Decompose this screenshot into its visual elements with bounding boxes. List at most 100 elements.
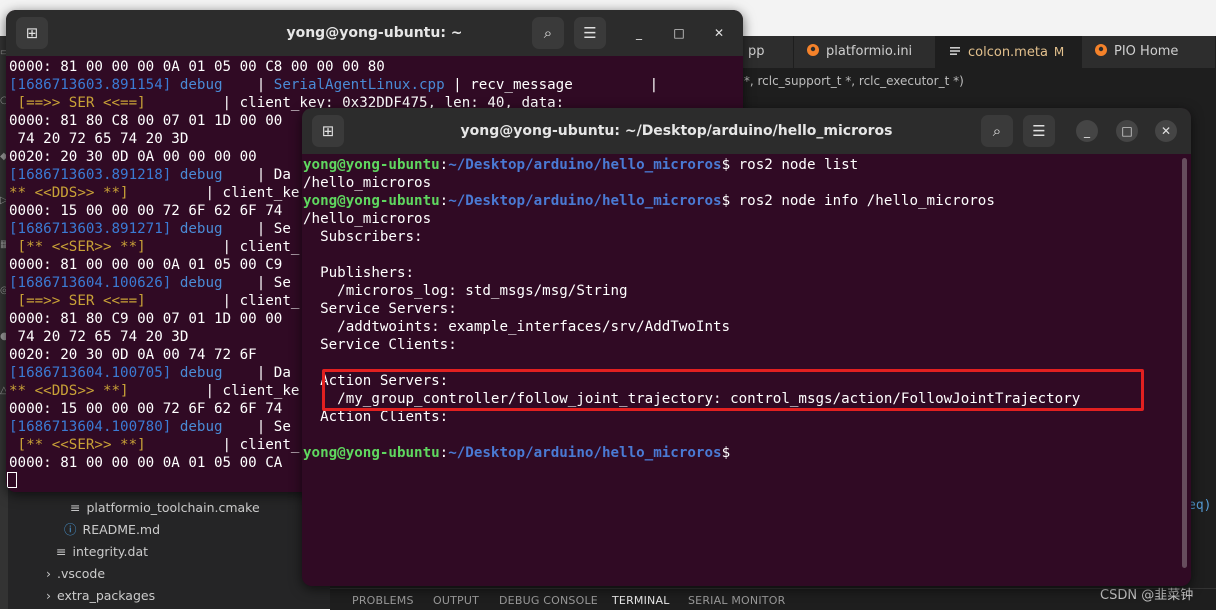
terminal-line: [1686713604.100626] debug | Se (9, 274, 291, 292)
terminal-text: ~/Desktop/arduino/hello_microros (448, 157, 722, 173)
tree-item-toolchain[interactable]: ≡ platformio_toolchain.cmake (70, 497, 260, 519)
terminal-line: [1686713603.891271] debug | Se (9, 220, 291, 238)
minimize-button[interactable]: _ (628, 22, 650, 44)
platformio-icon (1094, 38, 1108, 56)
tree-item-vscode-folder[interactable]: › .vscode (46, 563, 105, 585)
terminal-line: [1686713604.100780] debug | Se (9, 418, 291, 436)
terminal-line: [1686713604.100705] debug | Da (9, 364, 291, 382)
minimize-button[interactable]: _ (1076, 120, 1098, 142)
terminal-scrollbar[interactable] (1182, 158, 1187, 568)
editor-tab-label: colcon.meta (968, 45, 1048, 60)
terminal-text: [==>> SER <<==] (9, 293, 146, 309)
terminal-line: Subscribers: (303, 228, 423, 246)
terminal-text: debug (171, 221, 223, 237)
tree-item-extra-packages[interactable]: › extra_packages (46, 585, 155, 607)
terminal-text: | Da (222, 365, 291, 381)
search-icon[interactable]: ⌕ (981, 115, 1013, 147)
watermark: CSDN @韭菜钟 (1100, 588, 1194, 603)
menu-icon[interactable]: ☰ (574, 17, 606, 49)
editor-tab-colcon-meta[interactable]: colcon.meta M (936, 36, 1082, 68)
close-button[interactable]: ✕ (708, 22, 730, 44)
chevron-right-icon: › (46, 566, 51, 581)
panel-tab-terminal[interactable]: TERMINAL (612, 594, 670, 607)
terminal-text: | recv_message | (444, 77, 659, 93)
terminal-text: $ ros2 node list (721, 157, 859, 173)
terminal-line: /addtwoints: example_interfaces/srv/AddT… (303, 318, 730, 336)
highlight-annotation-box (322, 369, 1144, 411)
terminal-text: 0000: 81 80 C8 00 07 01 1D 00 00 (9, 113, 283, 129)
terminal-text: $ ros2 node info /hello_microros (721, 193, 995, 209)
terminal-line: yong@yong-ubuntu:~/Desktop/arduino/hello… (303, 192, 995, 210)
terminal-window-hello-microros[interactable]: ⊞ yong@yong-ubuntu: ~/Desktop/arduino/he… (302, 108, 1191, 586)
file-lines-icon: ≡ (70, 500, 81, 515)
terminal-line: [1686713603.891154] debug | SerialAgentL… (9, 76, 658, 94)
terminal-line: 0020: 20 30 0D 0A 00 00 00 00 (9, 148, 257, 166)
terminal-line: 0000: 81 00 00 00 0A 01 05 00 C9 (9, 256, 282, 274)
search-icon[interactable]: ⌕ (532, 17, 564, 49)
terminal-line: 74 20 72 65 74 20 3D (9, 328, 189, 346)
settings-file-icon (948, 39, 962, 55)
editor-tab-platformio-ini[interactable]: platformio.ini (794, 36, 936, 68)
terminal-text: [** <<SER>> **] (9, 239, 146, 255)
terminal-text: $ (721, 445, 731, 461)
terminal-text: | Da (222, 167, 291, 183)
terminal-text: yong@yong-ubuntu (303, 445, 440, 461)
terminal-line: [** <<SER>> **] | client_ (9, 436, 300, 454)
terminal-text: : (439, 157, 449, 173)
terminal-text: Service Clients: (303, 337, 457, 353)
editor-tab-cpp[interactable]: pp (736, 36, 794, 68)
terminal-text: [1686713603.891154] (9, 77, 172, 93)
terminal-text: | Se (222, 221, 291, 237)
terminal-text: SerialAgentLinux.cpp (273, 77, 445, 93)
terminal-text: ~/Desktop/arduino/hello_microros (448, 193, 722, 209)
terminal-line: [** <<SER>> **] | client_ (9, 238, 300, 256)
tree-item-readme[interactable]: ⓘ README.md (64, 519, 160, 541)
terminal-line: Publishers: (303, 264, 414, 282)
editor-tab-pio-home[interactable]: PIO Home (1082, 36, 1216, 68)
editor-breadcrumb: : *, rclc_support_t *, rclc_executor_t *… (736, 74, 964, 88)
modified-indicator: M (1053, 45, 1065, 59)
terminal-line: /microros_log: std_msgs/msg/String (303, 282, 628, 300)
terminal-text: yong@yong-ubuntu (303, 157, 440, 173)
terminal-text: 74 20 72 65 74 20 3D (9, 131, 189, 147)
panel-tab-output[interactable]: OUTPUT (433, 594, 479, 607)
maximize-button[interactable]: □ (668, 22, 690, 44)
terminal-text: Publishers: (303, 265, 415, 281)
terminal-text: 0000: 81 00 00 00 0A 01 05 00 C8 00 00 0… (9, 59, 385, 75)
terminal-output[interactable]: yong@yong-ubuntu:~/Desktop/arduino/hello… (302, 154, 1191, 586)
platformio-icon (806, 38, 820, 56)
terminal-text: [1686713604.100780] (9, 419, 172, 435)
terminal-text: 0000: 81 00 00 00 0A 01 05 00 CA (9, 455, 283, 471)
terminal-line: yong@yong-ubuntu:~/Desktop/arduino/hello… (303, 444, 730, 462)
terminal-text: debug (171, 167, 223, 183)
terminal-title: yong@yong-ubuntu: ~/Desktop/arduino/hell… (460, 123, 893, 139)
menu-icon[interactable]: ☰ (1023, 115, 1055, 147)
tree-item-integrity[interactable]: ≡ integrity.dat (56, 541, 148, 563)
terminal-line: Service Clients: (303, 336, 457, 354)
terminal-text: debug (171, 77, 223, 93)
terminal-text: ~/Desktop/arduino/hello_microros (448, 445, 722, 461)
terminal-text: 0000: 15 00 00 00 72 6F 62 6F 74 (9, 401, 283, 417)
terminal-text: Subscribers: (303, 229, 423, 245)
new-tab-icon[interactable]: ⊞ (312, 115, 344, 147)
terminal-text: /hello_microros (303, 175, 432, 191)
terminal-titlebar[interactable]: ⊞ yong@yong-ubuntu: ~ ⌕ ☰ _ □ ✕ (6, 10, 743, 56)
terminal-text: | client_ke (128, 185, 300, 201)
terminal-text: /hello_microros (303, 211, 432, 227)
terminal-titlebar[interactable]: ⊞ yong@yong-ubuntu: ~/Desktop/arduino/he… (302, 108, 1191, 154)
close-button[interactable]: ✕ (1155, 120, 1177, 142)
panel-tab-problems[interactable]: PROBLEMS (352, 594, 414, 607)
terminal-text: 0000: 15 00 00 00 72 6F 62 6F 74 (9, 203, 283, 219)
file-lines-icon: ≡ (56, 544, 67, 559)
terminal-line: Service Servers: (303, 300, 457, 318)
terminal-text: 0020: 20 30 0D 0A 00 74 72 6F (9, 347, 257, 363)
panel-tab-serial-monitor[interactable]: SERIAL MONITOR (688, 594, 785, 607)
terminal-line: 0000: 81 80 C8 00 07 01 1D 00 00 (9, 112, 282, 130)
terminal-text: /addtwoints: example_interfaces/srv/AddT… (303, 319, 731, 335)
terminal-text: | client_ (145, 239, 300, 255)
editor-tab-label: pp (748, 44, 765, 59)
terminal-text: /microros_log: std_msgs/msg/String (303, 283, 628, 299)
terminal-line: yong@yong-ubuntu:~/Desktop/arduino/hello… (303, 156, 858, 174)
panel-tab-debug-console[interactable]: DEBUG CONSOLE (499, 594, 598, 607)
maximize-button[interactable]: □ (1116, 120, 1138, 142)
